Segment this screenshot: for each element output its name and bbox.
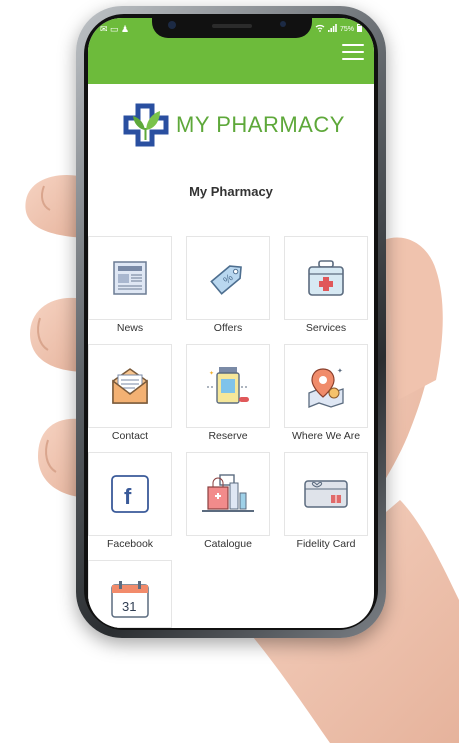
tile-fidelity-card[interactable] — [284, 452, 368, 536]
map-pin-icon: ✦ — [308, 367, 344, 408]
status-icons-right: 75% — [315, 24, 362, 34]
hamburger-menu-button[interactable] — [342, 44, 364, 60]
brand-logo: MY PHARMACY — [122, 102, 345, 148]
svg-text:✦: ✦ — [209, 370, 214, 377]
tile-news[interactable] — [88, 236, 172, 320]
camera-notch — [152, 18, 312, 38]
gift-card-icon — [304, 480, 348, 508]
tile-reserve[interactable]: ✦ — [186, 344, 270, 428]
app-screen: ✉ ▭ ♟ 75% MY PHARMACY My Pharmacy News %… — [88, 18, 374, 628]
tile-label-reserve: Reserve — [208, 430, 248, 442]
wifi-icon — [315, 24, 325, 34]
tile-label-offers: Offers — [213, 322, 243, 334]
calendar-day: 31 — [122, 599, 136, 614]
tile-label-services: Services — [305, 322, 347, 334]
calendar-icon: 31 — [111, 581, 149, 618]
first-aid-kit-icon — [308, 260, 344, 296]
tag-icon: % — [210, 265, 242, 295]
tile-offers[interactable]: % — [186, 236, 270, 320]
tile-label-contact: Contact — [111, 430, 149, 442]
tile-contact[interactable] — [88, 344, 172, 428]
facebook-icon: f — [111, 475, 149, 513]
tile-calendar[interactable]: 31 — [88, 560, 172, 628]
battery-icon — [357, 24, 362, 34]
sensor — [280, 21, 286, 27]
battery-percent: 75% — [339, 25, 354, 33]
envelope-icon — [112, 368, 148, 404]
pharmacy-cross-icon — [123, 103, 169, 147]
status-icons-left: ✉ ▭ ♟ — [100, 24, 130, 34]
shopping-bag-icon — [202, 474, 254, 512]
tile-catalogue[interactable] — [186, 452, 270, 536]
page-title: My Pharmacy — [189, 184, 273, 199]
tile-label-fidelity-card: Fidelity Card — [296, 538, 356, 550]
brand-name: MY PHARMACY — [176, 112, 345, 137]
medicine-bottle-icon: ✦ — [207, 367, 249, 404]
top-bar: ✉ ▭ ♟ 75% — [88, 18, 374, 84]
front-camera — [168, 21, 176, 29]
signal-icon — [327, 24, 337, 34]
tile-label-catalogue: Catalogue — [204, 538, 252, 550]
newspaper-icon — [113, 261, 147, 295]
tile-services[interactable] — [284, 236, 368, 320]
tile-label-facebook: Facebook — [106, 538, 154, 550]
tile-where-we-are[interactable]: ✦ — [284, 344, 368, 428]
tile-label-where-we-are: Where We Are — [291, 430, 361, 442]
speaker-grille — [212, 24, 252, 28]
tile-label-news: News — [116, 322, 144, 334]
svg-text:f: f — [124, 484, 132, 509]
tile-facebook[interactable]: f — [88, 452, 172, 536]
svg-text:✦: ✦ — [337, 367, 343, 375]
